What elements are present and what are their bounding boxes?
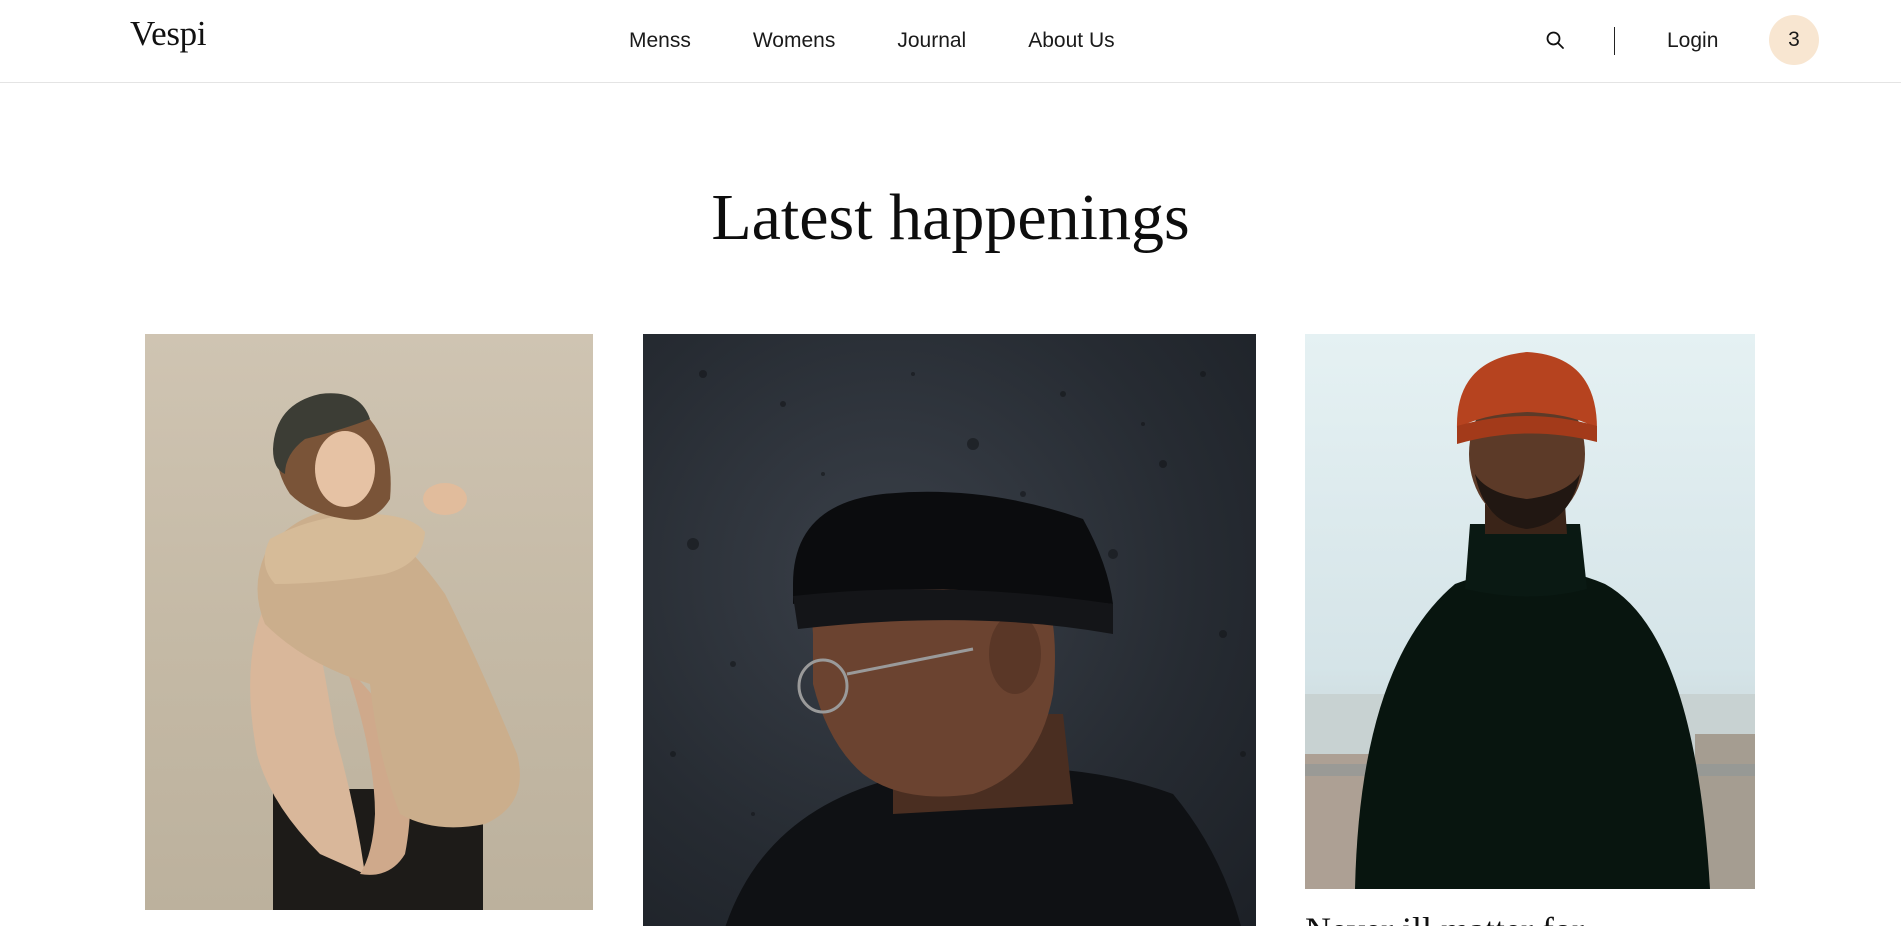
article-card[interactable] (145, 334, 593, 910)
article-image (643, 334, 1256, 926)
nav-item-menss[interactable]: Menss (629, 26, 691, 56)
article-title[interactable]: Never ill matter for (1305, 908, 1755, 926)
logo[interactable]: Vespi (130, 14, 207, 54)
page: Vespi Menss Womens Journal About Us Logi… (0, 0, 1901, 926)
search-icon (1546, 31, 1564, 49)
article-card[interactable]: Never ill matter for (1305, 334, 1755, 926)
woman-beige-sweater-photo (250, 393, 520, 910)
article-card[interactable] (643, 334, 1256, 926)
article-image (145, 334, 593, 910)
article-image (1305, 334, 1755, 889)
section-title: Latest happenings (711, 181, 1190, 254)
nav-item-womens[interactable]: Womens (753, 26, 835, 56)
login-link[interactable]: Login (1667, 26, 1718, 56)
header-divider (1614, 27, 1615, 55)
man-black-beanie-photo (670, 370, 1246, 926)
main-nav: Menss Womens Journal About Us (629, 26, 1115, 56)
man-orange-beanie-photo (1305, 352, 1755, 889)
nav-item-journal[interactable]: Journal (897, 26, 966, 56)
nav-item-about-us[interactable]: About Us (1028, 26, 1114, 56)
cart-count-badge[interactable]: 3 (1769, 15, 1819, 65)
site-header: Vespi Menss Womens Journal About Us Logi… (0, 0, 1901, 83)
search-button[interactable] (1543, 28, 1567, 52)
